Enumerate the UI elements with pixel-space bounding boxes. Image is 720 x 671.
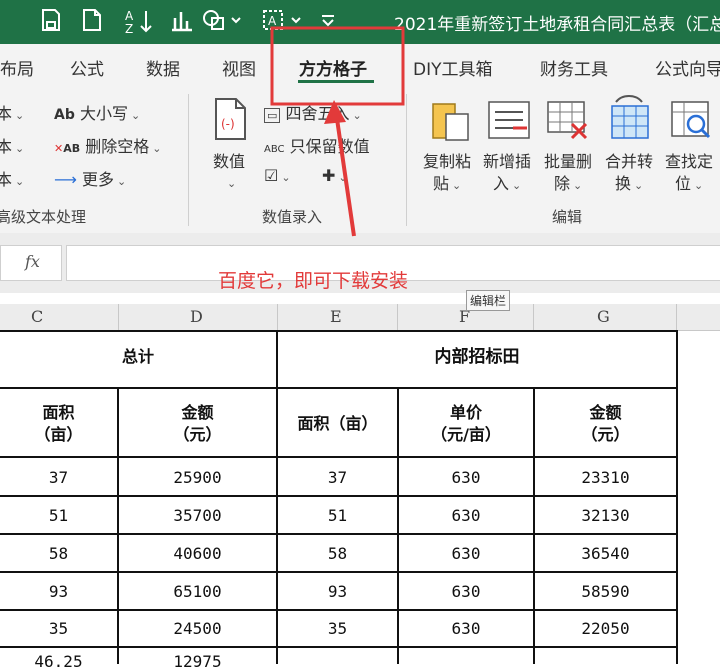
annotation-text: 百度它，即可下载安装 (218, 270, 409, 292)
annotation-overlay (270, 26, 405, 237)
highlight-box (270, 26, 405, 106)
formula-bar-tooltip: 编辑栏 (466, 290, 511, 311)
annotation-arrow-shaft (334, 111, 356, 237)
